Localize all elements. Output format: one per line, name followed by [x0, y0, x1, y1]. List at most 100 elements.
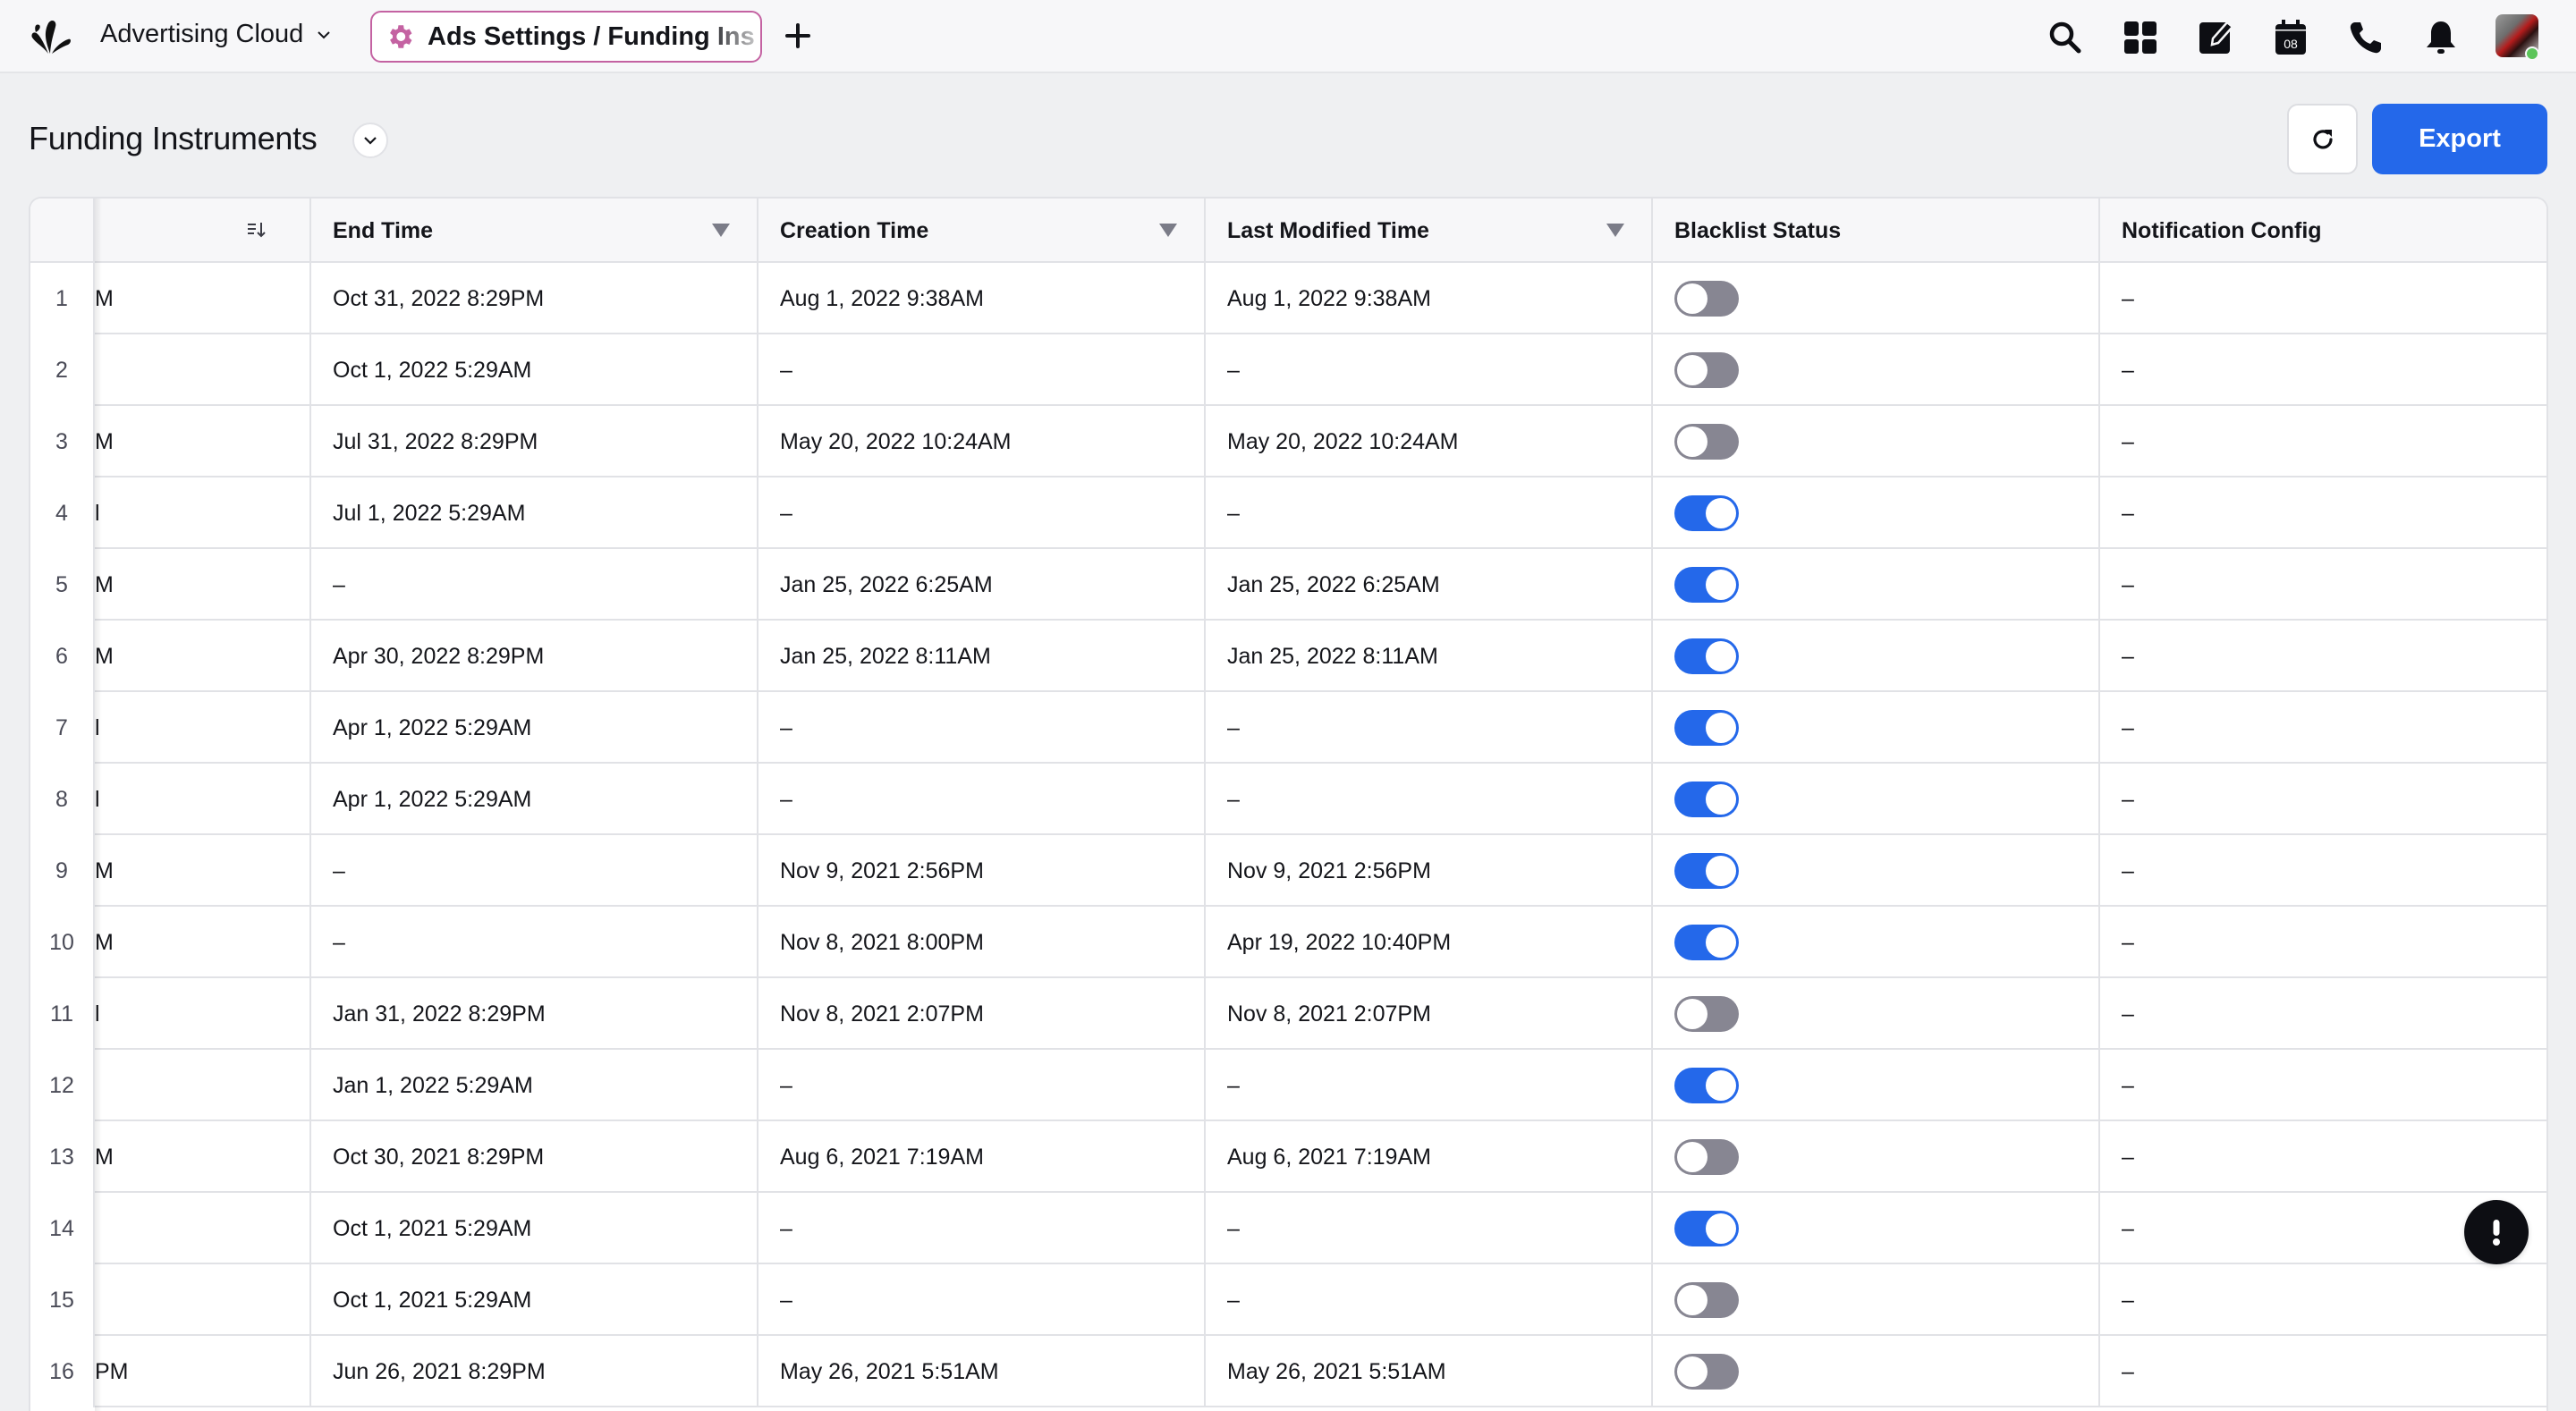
last-modified-time-cell: Apr 19, 2022 10:40PM	[1206, 907, 1653, 978]
last-modified-time-text: May 26, 2021 5:51AM	[1227, 1358, 1446, 1384]
header-truncated-column[interactable]	[95, 199, 311, 263]
table-row[interactable]: 4 l Jul 1, 2022 5:29AM – – –	[30, 477, 2546, 549]
blacklist-toggle[interactable]	[1674, 996, 1739, 1032]
table-row[interactable]: 15 Oct 1, 2021 5:29AM – – –	[30, 1264, 2546, 1336]
notification-config-cell: –	[2100, 549, 2546, 621]
header-end-time[interactable]: End Time	[311, 199, 758, 263]
last-modified-time-text: Apr 19, 2022 10:40PM	[1227, 929, 1452, 955]
phone-icon[interactable]	[2347, 19, 2385, 56]
row-number: 8	[30, 764, 95, 835]
creation-time-cell: –	[758, 1050, 1206, 1121]
blacklist-toggle[interactable]	[1674, 1354, 1739, 1390]
creation-time-cell: Nov 9, 2021 2:56PM	[758, 835, 1206, 907]
sort-caret-icon[interactable]	[1159, 224, 1177, 237]
blacklist-toggle[interactable]	[1674, 710, 1739, 746]
blacklist-toggle[interactable]	[1674, 1139, 1739, 1175]
table-row[interactable]: 16 PM Jun 26, 2021 8:29PM May 26, 2021 5…	[30, 1336, 2546, 1407]
search-icon[interactable]	[2046, 19, 2084, 56]
num-text: 10	[49, 929, 74, 955]
notification-config-cell: –	[2100, 907, 2546, 978]
last-modified-time-text: Aug 1, 2022 9:38AM	[1227, 285, 1431, 311]
blacklist-toggle[interactable]	[1674, 638, 1739, 674]
table-row[interactable]: 8 l Apr 1, 2022 5:29AM – – –	[30, 764, 2546, 835]
table-row[interactable]: 7 l Apr 1, 2022 5:29AM – – –	[30, 692, 2546, 764]
table-header: End Time Creation Time Last Modified Tim…	[30, 199, 2546, 263]
table-row[interactable]: 12 Jan 1, 2022 5:29AM – – –	[30, 1050, 2546, 1121]
notification-config-text: –	[2122, 357, 2134, 383]
blacklist-toggle[interactable]	[1674, 782, 1739, 817]
table-row[interactable]: 14 Oct 1, 2021 5:29AM – – –	[30, 1193, 2546, 1264]
truncated-text: M	[95, 929, 114, 955]
compose-icon[interactable]	[2197, 19, 2234, 56]
truncated-cell	[95, 334, 311, 406]
blacklist-toggle[interactable]	[1674, 567, 1739, 603]
sprinklr-logo-icon[interactable]	[27, 18, 73, 55]
last-modified-time-text: –	[1227, 1215, 1240, 1241]
table-row[interactable]: 1 M Oct 31, 2022 8:29PM Aug 1, 2022 9:38…	[30, 263, 2546, 334]
tab-ads-settings-funding-instruments[interactable]: Ads Settings / Funding Ins	[370, 11, 762, 63]
last-modified-time-text: –	[1227, 786, 1240, 812]
blacklist-toggle[interactable]	[1674, 1211, 1739, 1246]
feedback-alert-button[interactable]	[2464, 1200, 2529, 1264]
blacklist-toggle[interactable]	[1674, 1282, 1739, 1318]
blacklist-toggle[interactable]	[1674, 495, 1739, 531]
calendar-icon[interactable]: 08	[2272, 19, 2309, 56]
table-row[interactable]: 13 M Oct 30, 2021 8:29PM Aug 6, 2021 7:1…	[30, 1121, 2546, 1193]
blacklist-toggle[interactable]	[1674, 281, 1739, 317]
table-row[interactable]: 3 M Jul 31, 2022 8:29PM May 20, 2022 10:…	[30, 406, 2546, 477]
last-modified-time-cell: Aug 6, 2021 7:19AM	[1206, 1121, 1653, 1193]
truncated-cell	[95, 1050, 311, 1121]
sort-list-icon[interactable]	[245, 219, 267, 241]
row-number: 10	[30, 907, 95, 978]
refresh-button[interactable]	[2287, 104, 2358, 174]
sort-caret-icon[interactable]	[1606, 224, 1624, 237]
toggle-knob	[1677, 355, 1707, 385]
table-row[interactable]: 6 M Apr 30, 2022 8:29PM Jan 25, 2022 8:1…	[30, 621, 2546, 692]
header-blacklist-status[interactable]: Blacklist Status	[1653, 199, 2100, 263]
header-notification-config[interactable]: Notification Config	[2100, 199, 2546, 263]
add-tab-icon[interactable]	[780, 18, 816, 54]
truncated-cell	[95, 1264, 311, 1336]
table-row[interactable]: 11 l Jan 31, 2022 8:29PM Nov 8, 2021 2:0…	[30, 978, 2546, 1050]
row-number: 14	[30, 1193, 95, 1264]
table-row[interactable]: 9 M – Nov 9, 2021 2:56PM Nov 9, 2021 2:5…	[30, 835, 2546, 907]
export-button[interactable]: Export	[2372, 104, 2547, 174]
blacklist-toggle[interactable]	[1674, 424, 1739, 460]
truncated-text: l	[95, 786, 100, 812]
end-time-cell: Jul 1, 2022 5:29AM	[311, 477, 758, 549]
notification-config-text: –	[2122, 1287, 2134, 1313]
blacklist-toggle[interactable]	[1674, 352, 1739, 388]
num-text: 8	[55, 786, 68, 812]
end-time-text: Apr 1, 2022 5:29AM	[333, 714, 532, 740]
bell-icon[interactable]	[2422, 19, 2460, 56]
grid-apps-icon[interactable]	[2122, 19, 2159, 56]
num-text: 1	[55, 285, 68, 311]
toggle-knob	[1706, 856, 1736, 886]
truncated-text: M	[95, 643, 114, 669]
creation-time-text: –	[780, 500, 792, 526]
sort-caret-icon[interactable]	[712, 224, 730, 237]
header-creation-time[interactable]: Creation Time	[758, 199, 1206, 263]
title-dropdown-button[interactable]	[352, 123, 388, 158]
row-number: 6	[30, 621, 95, 692]
blacklist-toggle[interactable]	[1674, 853, 1739, 889]
header-last-modified-time[interactable]: Last Modified Time	[1206, 199, 1653, 263]
table-row[interactable]: 5 M – Jan 25, 2022 6:25AM Jan 25, 2022 6…	[30, 549, 2546, 621]
notification-config-text: –	[2122, 500, 2134, 526]
blacklist-status-cell	[1653, 1050, 2100, 1121]
notification-config-cell: –	[2100, 406, 2546, 477]
table-row[interactable]: 2 Oct 1, 2022 5:29AM – – –	[30, 334, 2546, 406]
app-name-label: Advertising Cloud	[100, 20, 304, 48]
toggle-knob	[1706, 641, 1736, 672]
blacklist-toggle[interactable]	[1674, 925, 1739, 960]
end-time-cell: Oct 1, 2021 5:29AM	[311, 1193, 758, 1264]
app-switcher[interactable]: Advertising Cloud	[100, 20, 332, 49]
last-modified-time-cell: –	[1206, 1264, 1653, 1336]
blacklist-toggle[interactable]	[1674, 1068, 1739, 1103]
blacklist-status-cell	[1653, 1193, 2100, 1264]
creation-time-cell: –	[758, 1264, 1206, 1336]
chevron-down-icon	[364, 137, 377, 145]
end-time-text: Oct 1, 2021 5:29AM	[333, 1287, 532, 1313]
end-time-text: Jul 31, 2022 8:29PM	[333, 428, 538, 454]
table-row[interactable]: 10 M – Nov 8, 2021 8:00PM Apr 19, 2022 1…	[30, 907, 2546, 978]
